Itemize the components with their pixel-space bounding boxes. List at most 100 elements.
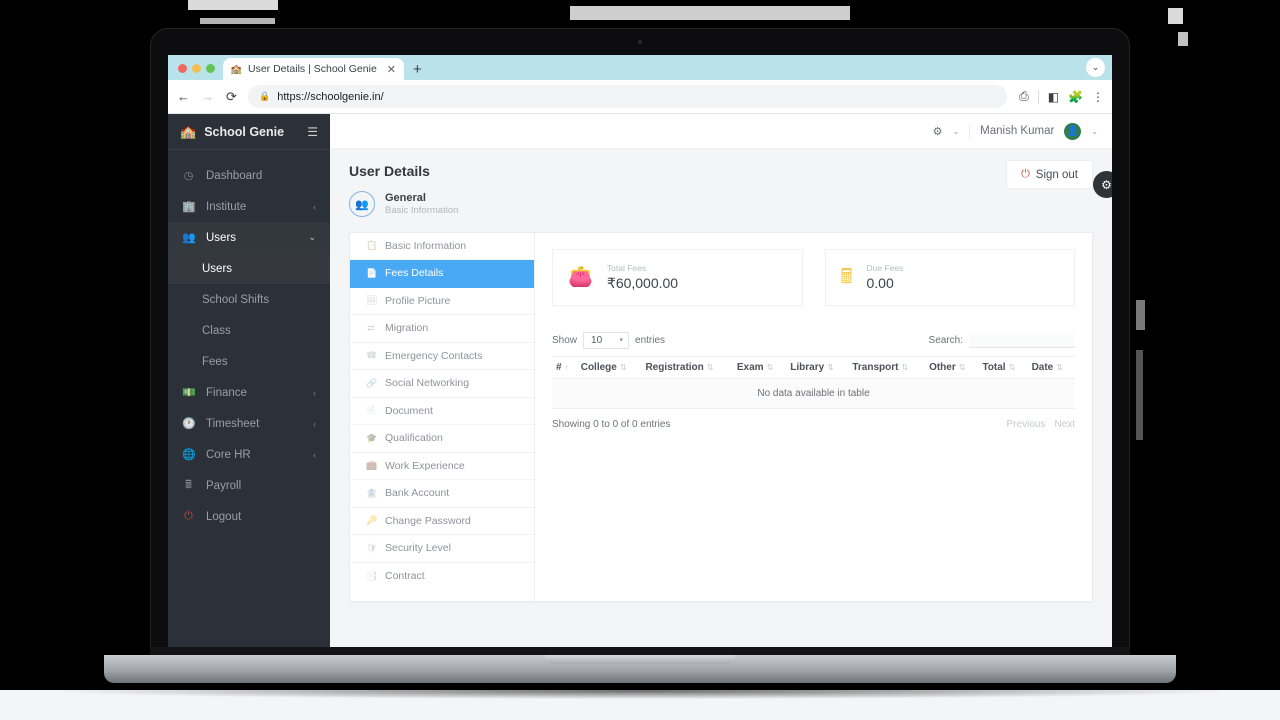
sidebar-subitem-users[interactable]: Users [168, 253, 330, 284]
previous-page-button[interactable]: Previous [1007, 419, 1046, 430]
datatable-footer: Showing 0 to 0 of 0 entries Previous Nex… [552, 419, 1075, 430]
fees-table-head: # ↑ College ⇅ Registration ⇅ Exam ⇅ Library ⇅… [552, 355, 1075, 379]
brand[interactable]: 🏫 School Genie ☰ [168, 114, 330, 149]
sidebar-item-finance[interactable]: 💵 Finance ‹ [168, 377, 330, 408]
avatar[interactable]: 👤 [1064, 122, 1082, 140]
page-length-value: 10 [591, 334, 603, 346]
reload-icon[interactable]: ⟳ [224, 89, 239, 105]
sidebar-item-dashboard[interactable]: ◷ Dashboard [168, 160, 330, 191]
window-controls[interactable] [176, 64, 223, 80]
column-header-other[interactable]: Other ⇅ [925, 355, 979, 379]
forward-icon[interactable]: → [200, 89, 215, 104]
entries-label: entries [635, 334, 666, 346]
tab-security-level[interactable]: 🛡 Security Level [350, 535, 534, 563]
chevron-down-icon[interactable]: ⌄ [1086, 58, 1105, 77]
column-header-exam[interactable]: Exam ⇅ [732, 355, 787, 379]
chevron-right-icon: ‹ [313, 449, 316, 460]
sort-icon: ⇅ [827, 362, 834, 372]
empty-message: No data available in table [552, 378, 1075, 409]
column-header-date[interactable]: Date ⇅ [1027, 355, 1075, 379]
close-window-button[interactable] [178, 64, 187, 73]
sidebar-item-core-hr[interactable]: 🌐 Core HR ‹ [168, 439, 330, 470]
sort-icon: ⇅ [766, 362, 774, 372]
chevron-down-icon[interactable]: ⌄ [952, 127, 959, 136]
address-bar[interactable]: 🔒 https://schoolgenie.in/ [248, 85, 1008, 108]
gauge-icon: ◷ [183, 170, 194, 182]
info-icon: 📋 [366, 240, 378, 251]
column-header-total[interactable]: Total ⇅ [978, 355, 1028, 379]
chevron-down-icon[interactable]: ⌄ [1091, 127, 1098, 136]
total-fees-value: ₹60,000.00 [606, 274, 679, 291]
browser-tab[interactable]: 🏫 User Details | School Genie ✕ [223, 58, 405, 80]
close-icon[interactable]: ✕ [387, 63, 396, 76]
extensions-icon[interactable]: 🧩 [1068, 90, 1083, 104]
pagination: Previous Next [1007, 419, 1075, 430]
page-length-select[interactable]: 10 ▾ [583, 331, 630, 349]
back-icon[interactable]: ← [176, 89, 191, 104]
file-icon: 🗎 [367, 404, 375, 415]
money-icon: 💵 [182, 387, 196, 399]
chevron-right-icon: ‹ [313, 387, 316, 398]
sign-out-button[interactable]: ⏻ Sign out [1006, 160, 1093, 189]
phone-icon: ☎ [366, 350, 378, 361]
tab-label: Basic Information [385, 239, 467, 252]
sidebar-subitem-class[interactable]: Class [168, 315, 330, 346]
sidebar-item-institute[interactable]: 🏢 Institute ‹ [168, 191, 330, 222]
column-header-library[interactable]: Library ⇅ [786, 355, 849, 379]
tab-label: Bank Account [385, 487, 450, 500]
tab-profile-picture[interactable]: 🖼 Profile Picture [350, 288, 534, 316]
sort-icon: ⇅ [1008, 362, 1016, 372]
maximize-window-button[interactable] [206, 64, 215, 73]
tab-qualification[interactable]: 🎓 Qualification [350, 425, 534, 453]
column-header-transport[interactable]: Transport ⇅ [848, 355, 926, 379]
sidebar-item-payroll[interactable]: 🖩 Payroll [168, 470, 330, 501]
sidebar-item-logout[interactable]: ⏻ Logout [168, 501, 330, 532]
install-app-icon[interactable]: ⎙ [1019, 89, 1029, 104]
users-icon: 👥 [182, 232, 196, 244]
share-icon: 🔗 [366, 377, 378, 388]
sidebar: 🏫 School Genie ☰ ◷ Dashboard 🏢 Institute… [168, 114, 330, 647]
settings-float-button[interactable]: ⚙ [1093, 171, 1112, 198]
column-label: Other [929, 361, 956, 373]
browser-toolbar-icons: ⎙ ◧ 🧩 ⋮ [1016, 89, 1104, 104]
search-input[interactable] [969, 332, 1075, 348]
split-view-icon[interactable]: ◧ [1048, 90, 1059, 104]
gear-icon[interactable]: ⚙ [933, 125, 943, 138]
school-icon: 🏫 [230, 63, 243, 74]
details-panel: 📋 Basic Information 📄 Fees Details 🖼 Pro… [349, 231, 1093, 602]
tab-contract[interactable]: 📑 Contract [350, 563, 534, 591]
column-header-registration[interactable]: Registration ⇅ [641, 355, 733, 379]
sidebar-subitem-school-shifts[interactable]: School Shifts [168, 284, 330, 315]
tab-emergency-contacts[interactable]: ☎ Emergency Contacts [350, 343, 534, 371]
minimize-window-button[interactable] [192, 64, 201, 73]
tab-social-networking[interactable]: 🔗 Social Networking [350, 370, 534, 398]
due-fees-text: Due Fees 0.00 [867, 263, 904, 291]
ambient-glint [1168, 8, 1183, 24]
tab-migration[interactable]: ⇄ Migration [350, 315, 534, 343]
search-control: Search: [929, 332, 1075, 348]
total-fees-text: Total Fees ₹60,000.00 [607, 263, 678, 292]
next-page-button[interactable]: Next [1054, 419, 1075, 430]
tab-basic-information[interactable]: 📋 Basic Information [350, 233, 534, 261]
browser-tabbar: 🏫 User Details | School Genie ✕ + ⌄ [168, 55, 1112, 80]
tab-bank-account[interactable]: 🏦 Bank Account [350, 480, 534, 508]
shield-icon: 🛡 [366, 542, 378, 553]
tab-work-experience[interactable]: 💼 Work Experience [350, 453, 534, 481]
tab-label: Migration [385, 322, 429, 335]
column-header-number[interactable]: # ↑ [552, 355, 577, 379]
briefcase-icon: 💼 [366, 460, 378, 471]
hamburger-icon[interactable]: ☰ [307, 126, 318, 138]
column-label: Date [1031, 361, 1054, 373]
tab-fees-details[interactable]: 📄 Fees Details [350, 260, 534, 288]
sidebar-item-users[interactable]: 👥 Users ⌄ [168, 222, 330, 253]
column-header-college[interactable]: College ⇅ [576, 355, 642, 379]
sidebar-item-timesheet[interactable]: 🕐 Timesheet ‹ [168, 408, 330, 439]
sidebar-subitem-fees[interactable]: Fees [168, 346, 330, 377]
tab-document[interactable]: 🗎 Document [350, 398, 534, 426]
fee-summary-cards: 👛 Total Fees ₹60,000.00 🖩 Due Fees 0.00 [552, 248, 1075, 306]
topbar: ⚙ ⌄ Manish Kumar 👤 ⌄ [330, 114, 1112, 149]
new-tab-button[interactable]: + [413, 62, 422, 77]
tab-change-password[interactable]: 🔑 Change Password [350, 508, 534, 536]
fees-table-body: No data available in table [552, 378, 1075, 409]
browser-menu-icon[interactable]: ⋮ [1092, 90, 1104, 104]
